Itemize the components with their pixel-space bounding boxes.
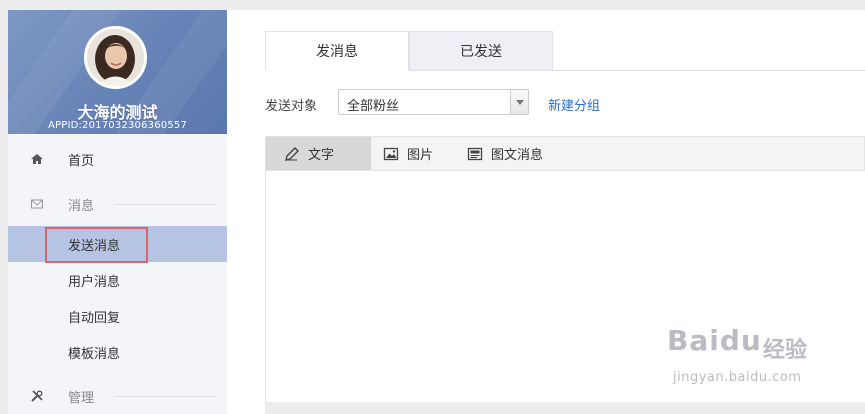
sidebar-item-user-messages[interactable]: 用户消息	[8, 262, 227, 298]
tab-send-message[interactable]: 发消息	[265, 31, 409, 71]
sidebar-item-template-messages[interactable]: 模板消息	[8, 334, 227, 370]
sidebar-item-label: 自动回复	[68, 310, 121, 326]
sidebar-section-label: 管理	[68, 390, 95, 406]
editor-toolbar: 文字 图片 图文消息	[265, 136, 865, 171]
account-appid: APPID:2017032306360557	[47, 120, 188, 131]
send-target-label: 发送对象	[265, 99, 318, 114]
sidebar-section-label: 消息	[68, 198, 95, 214]
sidebar-section-message: 消息	[8, 186, 227, 222]
profile-header: 大海的测试 APPID:2017032306360557	[8, 10, 227, 134]
sidebar-item-send-message[interactable]: 发送消息	[8, 226, 227, 263]
envelope-icon	[31, 199, 43, 209]
editor-tab-text[interactable]: 文字	[266, 137, 371, 170]
home-icon	[31, 154, 43, 164]
sidebar-item-label: 发送消息	[68, 238, 121, 254]
editor-tab-label: 文字	[308, 148, 335, 163]
pencil-icon	[285, 146, 299, 161]
editor-tab-image[interactable]: 图片	[383, 137, 433, 170]
tools-icon	[31, 390, 43, 402]
divider	[114, 396, 217, 397]
new-group-link[interactable]: 新建分组	[548, 95, 600, 114]
baidu-watermark: Baidu 经验 jingyan.baidu.com	[665, 318, 825, 398]
editor-tab-label: 图文消息	[491, 148, 544, 163]
watermark-cn: 经验	[763, 338, 808, 363]
sidebar-section-manage: 管理	[8, 378, 227, 414]
sidebar-item-label: 模板消息	[68, 346, 121, 362]
send-target-value: 全部粉丝	[347, 99, 400, 114]
tab-sent[interactable]: 已发送	[409, 31, 553, 71]
sidebar-item-label: 用户消息	[68, 274, 121, 290]
sidebar: 大海的测试 APPID:2017032306360557 首页 消息 发送消息 …	[8, 10, 227, 414]
watermark-logo: Baidu	[667, 324, 762, 357]
watermark-url: jingyan.baidu.com	[673, 370, 802, 385]
sidebar-item-home[interactable]: 首页	[8, 141, 227, 177]
image-icon	[383, 147, 399, 160]
sidebar-item-auto-reply[interactable]: 自动回复	[8, 298, 227, 334]
editor-tab-label: 图片	[407, 148, 434, 163]
editor-footer	[265, 402, 865, 414]
editor-tab-article[interactable]: 图文消息	[467, 137, 543, 170]
avatar[interactable]	[84, 26, 147, 89]
divider	[114, 204, 217, 205]
sidebar-item-label: 首页	[68, 153, 95, 169]
chevron-down-icon[interactable]	[510, 90, 528, 114]
send-target-select[interactable]: 全部粉丝	[338, 89, 529, 115]
article-icon	[467, 147, 483, 160]
